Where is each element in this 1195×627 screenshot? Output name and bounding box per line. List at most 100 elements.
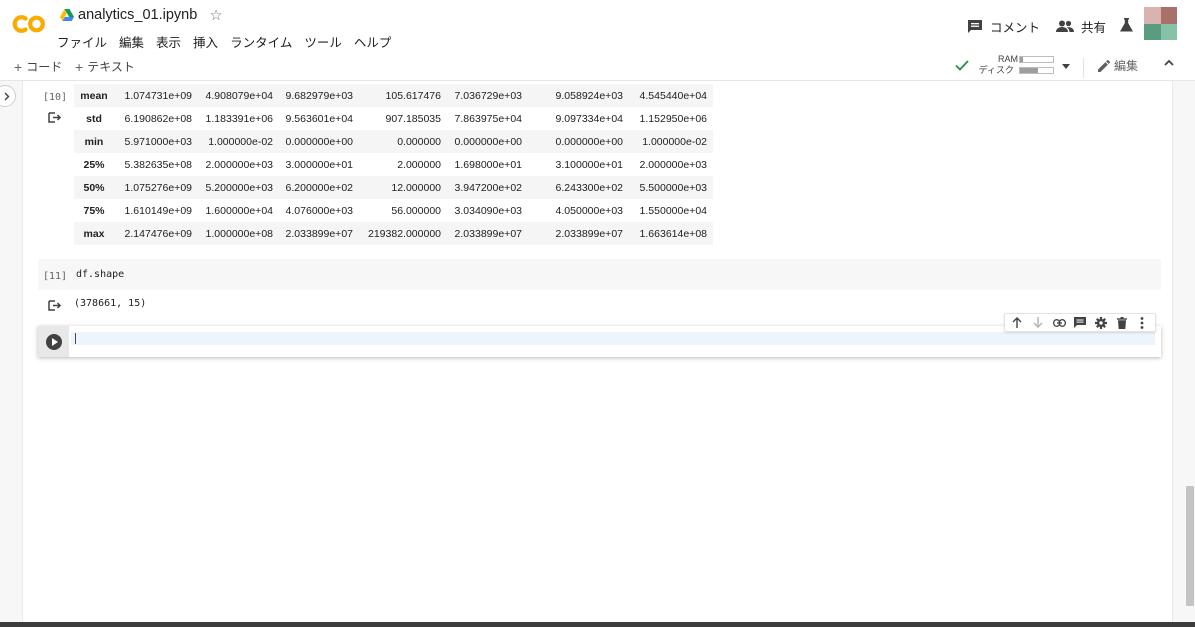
- disk-label: ディスク: [978, 65, 1014, 75]
- menu-runtime[interactable]: ランタイム: [224, 32, 298, 51]
- table-row: min 5.971000e+03 1.000000e-02 0.000000e+00 0…: [74, 130, 713, 153]
- colab-logo[interactable]: [11, 9, 47, 39]
- menu-view[interactable]: 表示: [150, 32, 187, 51]
- comment-icon[interactable]: [1071, 314, 1089, 331]
- resource-labels[interactable]: RAM ディスク: [979, 54, 1018, 76]
- table-cell: 2.000000: [397, 158, 441, 171]
- table-cell: 3.947200e+02: [454, 181, 522, 194]
- table-cell: 105.617476: [385, 89, 441, 102]
- gear-icon[interactable]: [1092, 314, 1110, 331]
- more-vert-icon[interactable]: [1133, 314, 1151, 331]
- flask-icon[interactable]: [1120, 18, 1133, 32]
- trash-icon[interactable]: [1113, 314, 1131, 331]
- table-cell: 1.610149e+09: [124, 204, 192, 217]
- chevron-right-icon: [4, 92, 10, 100]
- table-cell: 6.200000e+02: [285, 181, 353, 194]
- chevron-up-icon[interactable]: [1164, 59, 1174, 66]
- table-cell: 2.000000e+03: [205, 158, 273, 171]
- menu-tools[interactable]: ツール: [298, 32, 348, 51]
- table-cell: 1.074731e+09: [124, 89, 192, 102]
- row-label: 25%: [83, 158, 105, 171]
- comment-icon: [968, 20, 982, 33]
- table-cell: 5.971000e+03: [124, 135, 192, 148]
- run-cell-button[interactable]: [46, 334, 62, 350]
- doc-title[interactable]: analytics_01.ipynb: [78, 7, 197, 23]
- table-cell: 907.185035: [385, 112, 441, 125]
- output-icon[interactable]: [48, 112, 62, 123]
- row-label: mean: [80, 89, 108, 102]
- table-cell: 0.000000e+00: [285, 135, 353, 148]
- ram-usage-fill: [1020, 57, 1023, 62]
- scrollbar-thumb[interactable]: [1186, 486, 1194, 606]
- table-cell: 0.000000e+00: [454, 135, 522, 148]
- move-up-icon[interactable]: [1008, 314, 1026, 331]
- app-header: analytics_01.ipynb ☆ ファイル 編集 表示 挿入 ランタイム…: [0, 0, 1195, 54]
- active-code-cell[interactable]: [38, 326, 1161, 357]
- table-cell: 1.550000e+04: [639, 204, 707, 217]
- table-cell: 1.698000e+01: [454, 158, 522, 171]
- menu-edit[interactable]: 編集: [113, 32, 150, 51]
- menu-file[interactable]: ファイル: [51, 32, 113, 51]
- table-cell: 9.682979e+03: [285, 89, 353, 102]
- table-cell: 56.000000: [391, 204, 441, 217]
- ram-usage-bar[interactable]: [1019, 56, 1054, 63]
- sidebar-toggle-button[interactable]: [0, 85, 16, 107]
- cell-output: (378661, 15): [74, 298, 147, 309]
- table-cell: 3.000000e+01: [285, 158, 353, 171]
- add-text-label: テキスト: [87, 60, 135, 74]
- share-label: 共有: [1081, 21, 1107, 35]
- row-label: 75%: [83, 204, 105, 217]
- table-cell: 1.600000e+04: [205, 204, 273, 217]
- table-row: 50% 1.075276e+09 5.200000e+03 6.200000e+02 1…: [74, 176, 713, 199]
- row-label: max: [83, 227, 105, 240]
- table-cell: 2.033899e+07: [555, 227, 623, 240]
- table-row: std 6.190862e+08 1.183391e+06 9.563601e+04 9…: [74, 107, 713, 130]
- code-cell[interactable]: [38, 259, 1161, 290]
- table-cell: 5.200000e+03: [205, 181, 273, 194]
- bottom-edge: [0, 622, 1195, 627]
- comment-button[interactable]: コメント: [967, 17, 1040, 36]
- text-cursor: [75, 333, 76, 344]
- star-icon[interactable]: ☆: [209, 8, 222, 23]
- table-cell: 5.382635e+08: [124, 158, 192, 171]
- plus-icon: +: [14, 58, 23, 75]
- table-row: 25% 5.382635e+08 2.000000e+03 3.000000e+01 2…: [74, 153, 713, 176]
- table-cell: 9.563601e+04: [285, 112, 353, 125]
- table-row: mean 1.074731e+09 4.908079e+04 9.682979e+03…: [74, 84, 713, 107]
- output-icon[interactable]: [48, 300, 62, 311]
- people-icon: [1056, 20, 1074, 32]
- table-cell: 4.545440e+04: [639, 89, 707, 102]
- caret-down-icon[interactable]: [1062, 64, 1070, 69]
- play-icon: [51, 338, 58, 346]
- describe-table: mean 1.074731e+09 4.908079e+04 9.682979e+03…: [74, 84, 713, 245]
- add-text-button[interactable]: + テキスト: [75, 58, 135, 75]
- disk-usage-bar[interactable]: [1019, 67, 1054, 74]
- table-cell: 0.000000: [397, 135, 441, 148]
- run-gutter: [38, 326, 69, 357]
- disk-usage-fill: [1020, 68, 1039, 73]
- table-cell: 1.000000e-02: [642, 135, 707, 148]
- table-cell: 4.908079e+04: [205, 89, 273, 102]
- cell-toolbar: [1004, 313, 1156, 332]
- ram-label: RAM: [998, 54, 1018, 64]
- link-icon[interactable]: [1050, 314, 1068, 331]
- google-drive-icon: [60, 9, 74, 21]
- move-down-icon[interactable]: [1029, 314, 1047, 331]
- menu-help[interactable]: ヘルプ: [348, 32, 398, 51]
- share-button[interactable]: 共有: [1056, 17, 1106, 36]
- table-row: max 2.147476e+09 1.000000e+08 2.033899e+07 2…: [74, 222, 713, 245]
- add-code-button[interactable]: + コード: [14, 58, 62, 75]
- menu-insert[interactable]: 挿入: [187, 32, 224, 51]
- menu-bar: ファイル 編集 表示 挿入 ランタイム ツール ヘルプ: [51, 32, 397, 51]
- table-cell: 7.863975e+04: [454, 112, 522, 125]
- table-cell: 3.034090e+03: [454, 204, 522, 217]
- code-editor[interactable]: [71, 332, 1155, 345]
- edit-button[interactable]: 編集: [1098, 57, 1138, 74]
- table-cell: 2.000000e+03: [639, 158, 707, 171]
- avatar[interactable]: [1144, 7, 1177, 40]
- table-cell: 2.147476e+09: [124, 227, 192, 240]
- row-label: 50%: [83, 181, 105, 194]
- table-cell: 7.036729e+03: [454, 89, 522, 102]
- check-icon: [955, 60, 969, 71]
- code-text[interactable]: df.shape: [76, 269, 124, 280]
